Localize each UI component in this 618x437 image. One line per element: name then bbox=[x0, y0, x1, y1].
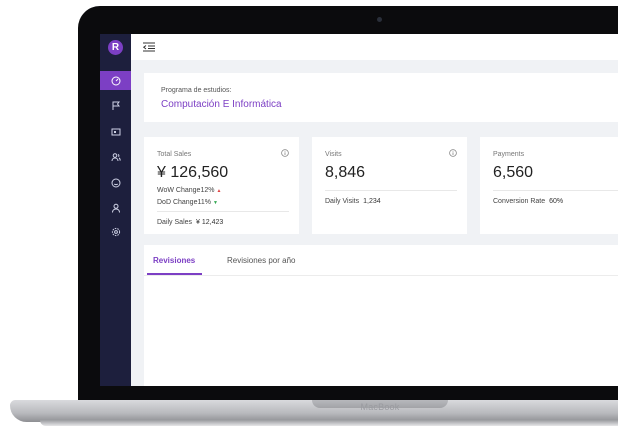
users-icon bbox=[111, 152, 121, 161]
sidebar: R bbox=[100, 34, 131, 386]
tab-revisiones[interactable]: Revisiones bbox=[153, 256, 195, 265]
laptop-base-shadow bbox=[40, 420, 618, 426]
trend-down-icon: ▼ bbox=[212, 200, 218, 206]
revisions-panel: Revisiones Revisiones por año bbox=[144, 245, 618, 386]
program-card: Programa de estudios: Computación E Info… bbox=[144, 73, 618, 122]
menu-fold-icon[interactable] bbox=[143, 42, 155, 52]
dashboard-icon bbox=[111, 76, 120, 85]
card-footer: Daily Visits 1,234 bbox=[325, 198, 381, 205]
info-icon[interactable] bbox=[449, 149, 457, 157]
visits-card: Visits 8,846 Daily Visits 1,234 bbox=[312, 137, 467, 234]
card-title: Total Sales bbox=[157, 151, 192, 158]
card-title: Visits bbox=[325, 151, 342, 158]
smile-icon bbox=[111, 178, 120, 187]
flag-icon bbox=[112, 101, 120, 110]
card-divider bbox=[325, 190, 457, 191]
card-divider bbox=[493, 190, 618, 191]
trend-up-icon: ▲ bbox=[216, 188, 222, 194]
card-divider bbox=[157, 211, 289, 212]
program-label: Programa de estudios: bbox=[161, 87, 232, 94]
settings-icon bbox=[111, 227, 120, 236]
app-screen: R Programa de estudios: Computación E In… bbox=[100, 34, 618, 386]
sidebar-item-dashboard[interactable] bbox=[100, 71, 131, 90]
footer-label: Daily Sales bbox=[157, 219, 193, 226]
card-value: 6,560 bbox=[493, 164, 534, 181]
wow-change: WoW Change12% ▲ bbox=[157, 187, 221, 194]
footer-value: ¥ 12,423 bbox=[196, 219, 224, 226]
user-icon bbox=[111, 203, 120, 213]
payments-card: Payments 6,560 Conversion Rate 60% bbox=[480, 137, 618, 234]
sidebar-item-users[interactable] bbox=[100, 147, 131, 166]
total-sales-card: Total Sales ¥ 126,560 WoW Change12% ▲ DoD… bbox=[144, 137, 299, 234]
sidebar-item-settings[interactable] bbox=[100, 222, 131, 241]
id-card-icon bbox=[111, 128, 120, 135]
footer-value: 1,234 bbox=[363, 198, 381, 205]
active-tab-indicator bbox=[147, 273, 202, 275]
top-bar bbox=[131, 34, 618, 60]
info-icon[interactable] bbox=[281, 149, 289, 157]
app-logo[interactable]: R bbox=[108, 40, 123, 55]
card-value: 8,846 bbox=[325, 164, 366, 181]
sidebar-item-feedback[interactable] bbox=[100, 173, 131, 192]
device-label: MacBook bbox=[360, 402, 400, 412]
sidebar-item-flag[interactable] bbox=[100, 96, 131, 115]
card-value: ¥ 126,560 bbox=[157, 164, 229, 181]
card-footer: Conversion Rate 60% bbox=[493, 198, 563, 205]
tab-revisiones-por-ano[interactable]: Revisiones por año bbox=[227, 256, 295, 265]
footer-label: Daily Visits bbox=[325, 198, 360, 205]
sidebar-item-card[interactable] bbox=[100, 122, 131, 141]
dod-change-text: DoD Change11% bbox=[157, 199, 211, 206]
card-footer: Daily Sales ¥ 12,423 bbox=[157, 219, 223, 226]
sidebar-item-profile[interactable] bbox=[100, 198, 131, 217]
program-name[interactable]: Computación E Informática bbox=[161, 99, 282, 110]
tab-divider bbox=[144, 275, 618, 276]
card-title: Payments bbox=[493, 151, 525, 158]
footer-label: Conversion Rate bbox=[493, 198, 546, 205]
dod-change: DoD Change11% ▼ bbox=[157, 199, 218, 206]
wow-change-text: WoW Change12% bbox=[157, 187, 215, 194]
camera bbox=[377, 17, 382, 22]
footer-value: 60% bbox=[549, 198, 564, 205]
